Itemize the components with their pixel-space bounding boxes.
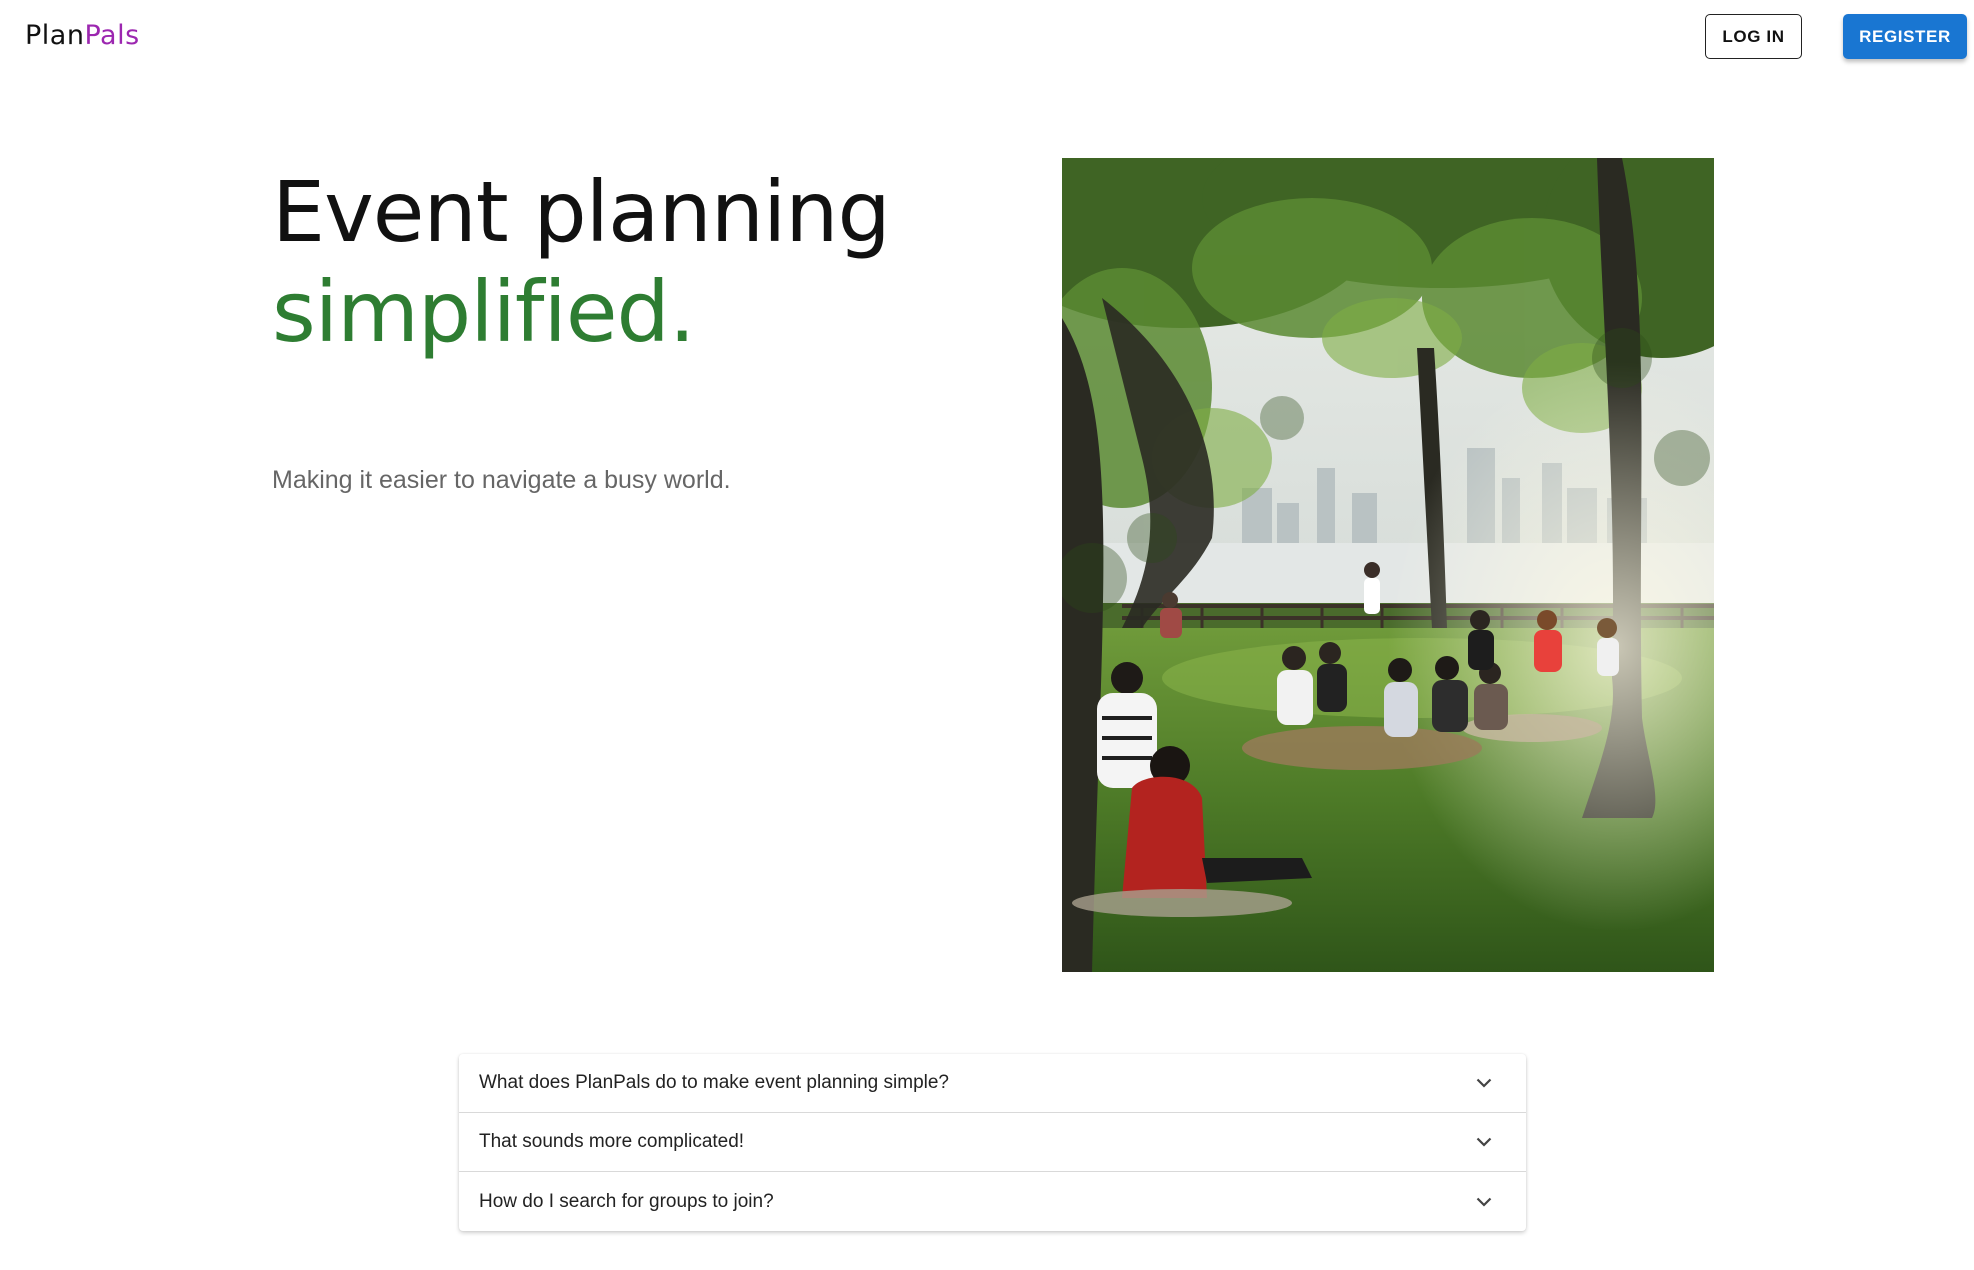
hero-subtitle: Making it easier to navigate a busy worl…	[272, 466, 731, 494]
chevron-down-icon[interactable]	[1472, 1071, 1496, 1095]
faq-question: How do I search for groups to join?	[479, 1190, 774, 1212]
faq-accordion: What does PlanPals do to make event plan…	[459, 1054, 1526, 1231]
hero-title-line2: simplified.	[272, 263, 696, 361]
register-button[interactable]: REGISTER	[1843, 14, 1967, 59]
hero-title: Event planning simplified.	[272, 162, 891, 362]
hero-photo	[1062, 158, 1714, 972]
chevron-down-icon[interactable]	[1472, 1190, 1496, 1214]
login-button[interactable]: LOG IN	[1705, 14, 1802, 59]
faq-question: What does PlanPals do to make event plan…	[479, 1072, 949, 1093]
faq-item[interactable]: That sounds more complicated!	[459, 1113, 1526, 1172]
faq-item[interactable]: How do I search for groups to join?	[459, 1172, 1526, 1231]
logo[interactable]: PlanPals	[25, 19, 140, 53]
park-picnic-image	[1062, 158, 1714, 972]
logo-pals-text: Pals	[84, 20, 140, 51]
logo-plan-text: Plan	[25, 20, 85, 51]
top-nav: PlanPals LOG IN REGISTER	[0, 0, 1974, 74]
faq-item[interactable]: What does PlanPals do to make event plan…	[459, 1054, 1526, 1113]
faq-question: That sounds more complicated!	[479, 1131, 745, 1152]
hero-title-line1: Event planning	[272, 163, 891, 261]
chevron-down-icon[interactable]	[1472, 1130, 1496, 1154]
